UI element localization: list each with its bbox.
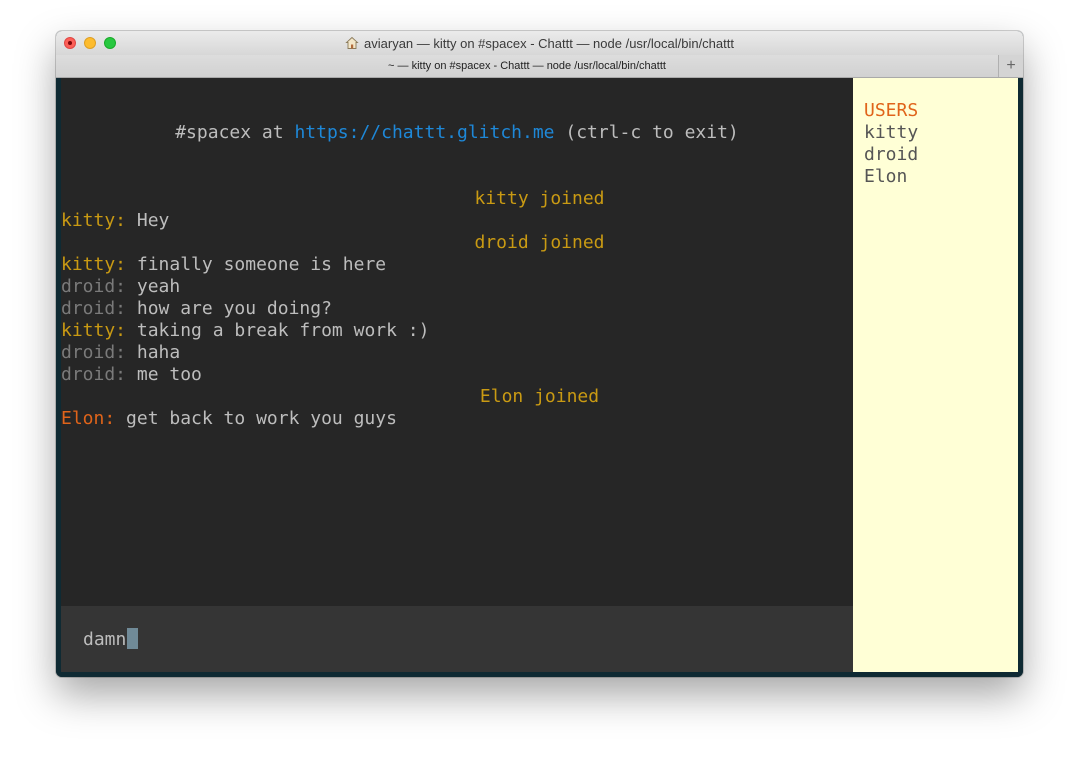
join-text: droid joined: [474, 232, 605, 253]
message-text: haha: [126, 342, 181, 363]
chat-message: Elon: get back to work you guys: [61, 408, 853, 430]
message-input-box[interactable]: damn: [61, 606, 853, 672]
header-suffix: (ctrl-c to exit): [554, 122, 739, 143]
users-sidebar: USERS kitty droid Elon: [853, 78, 1018, 672]
title-bar[interactable]: aviaryan — kitty on #spacex - Chattt — n…: [56, 31, 1023, 56]
user-list-item: kitty: [864, 122, 919, 143]
home-icon: [345, 36, 359, 50]
users-title: USERS: [864, 100, 919, 121]
join-notice: Elon joined: [61, 386, 853, 408]
message-list: kitty joined kitty: Hey droid joined kitty:…: [61, 188, 853, 430]
chat-message: droid: haha: [61, 342, 853, 364]
new-tab-button[interactable]: +: [999, 55, 1023, 77]
join-text: Elon joined: [479, 386, 600, 407]
message-text: taking a break from work :): [126, 320, 430, 341]
message-username: droid:: [61, 298, 127, 319]
message-username: Elon:: [61, 408, 116, 429]
chat-log: #spacex at https://chattt.glitch.me (ctr…: [61, 78, 853, 606]
message-text: yeah: [126, 276, 181, 297]
message-text: finally someone is here: [126, 254, 387, 275]
input-value: damn: [83, 629, 127, 650]
tab-bar: ~ — kitty on #spacex - Chattt — node /us…: [56, 55, 1023, 78]
join-text: kitty joined: [474, 188, 605, 209]
chat-message: kitty: finally someone is here: [61, 254, 853, 276]
window-title: aviaryan — kitty on #spacex - Chattt — n…: [364, 35, 734, 51]
terminal-area[interactable]: #spacex at https://chattt.glitch.me (ctr…: [56, 78, 1023, 677]
text-cursor: [127, 628, 139, 649]
chat-header: #spacex at https://chattt.glitch.me (ctr…: [61, 122, 853, 144]
message-text: me too: [126, 364, 202, 385]
message-text: get back to work you guys: [115, 408, 397, 429]
chat-message: kitty: Hey: [61, 210, 853, 232]
chat-message: droid: yeah: [61, 276, 853, 298]
message-input[interactable]: damn: [83, 628, 139, 651]
message-text: how are you doing?: [126, 298, 332, 319]
user-list-item: Elon: [864, 166, 908, 187]
header-url-link[interactable]: https://chattt.glitch.me: [294, 122, 554, 143]
message-username: kitty:: [61, 254, 127, 275]
terminal-window: aviaryan — kitty on #spacex - Chattt — n…: [56, 31, 1023, 677]
window-title-wrap: aviaryan — kitty on #spacex - Chattt — n…: [56, 31, 1023, 55]
chat-message: droid: how are you doing?: [61, 298, 853, 320]
join-notice: droid joined: [61, 232, 853, 254]
user-list-item: droid: [864, 144, 919, 165]
chat-message: droid: me too: [61, 364, 853, 386]
message-username: droid:: [61, 364, 127, 385]
message-username: kitty:: [61, 320, 127, 341]
user-list: kitty droid Elon: [853, 122, 1018, 188]
join-notice: kitty joined: [61, 188, 853, 210]
message-username: droid:: [61, 342, 127, 363]
chat-message: kitty: taking a break from work :): [61, 320, 853, 342]
message-username: kitty:: [61, 210, 127, 231]
message-text: Hey: [126, 210, 170, 231]
message-username: droid:: [61, 276, 127, 297]
tab-active[interactable]: ~ — kitty on #spacex - Chattt — node /us…: [56, 55, 999, 77]
header-prefix: #spacex at: [175, 122, 295, 143]
